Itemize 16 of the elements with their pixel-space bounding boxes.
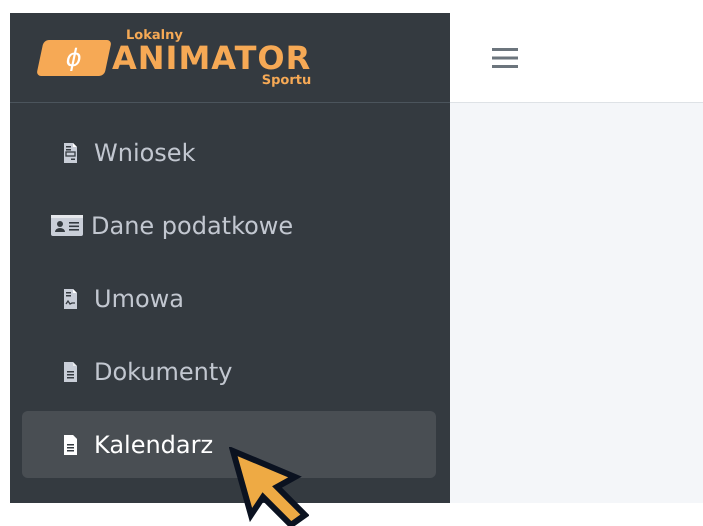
logo-text-top: Lokalny [126, 28, 184, 42]
sidebar-item[interactable]: Umowa [22, 265, 436, 332]
document-icon [62, 434, 78, 454]
logo-symbol: ϕ [63, 44, 85, 72]
logo-text-bottom: Sportu [262, 74, 312, 86]
sidebar-item[interactable]: Dane podatkowe [22, 192, 436, 259]
signed-document-icon [62, 288, 78, 308]
sidebar-item[interactable]: Dokumenty [22, 338, 436, 405]
document-icon [62, 362, 78, 382]
id-card-icon [51, 214, 83, 237]
form-document-icon [62, 142, 78, 162]
mouse-pointer-icon [229, 447, 309, 526]
menu-icon[interactable] [492, 46, 518, 68]
sidebar-item[interactable]: Kalendarz [22, 411, 436, 478]
logo-text: ANIMATOR [112, 42, 312, 74]
sidebar-item[interactable]: Wniosek [22, 119, 436, 186]
